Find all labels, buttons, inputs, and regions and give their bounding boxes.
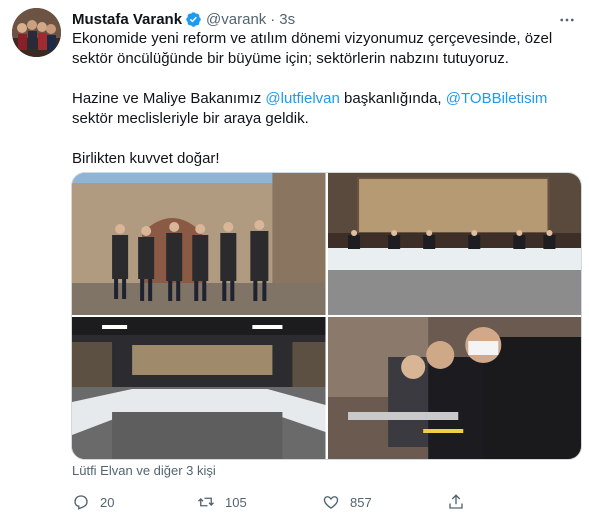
retweet-icon [198, 497, 214, 507]
photo-grid [71, 172, 582, 460]
photo-3[interactable] [72, 317, 326, 459]
photo-4[interactable] [327, 317, 581, 459]
like-count: 857 [350, 494, 372, 510]
tweet-paragraph-2: Hazine ve Maliye Bakanımız @lutfielvan b… [72, 89, 572, 129]
action-bar: 20 105 857 [72, 486, 572, 518]
timestamp[interactable]: 3s [279, 11, 295, 28]
tweet-text-segment: Hazine ve Maliye Bakanımız [72, 90, 266, 107]
tweet-paragraph-3: Birlikten kuvvet doğar! [72, 150, 220, 167]
tweet-text-segment: sektör meclisleriyle bir araya geldik. [72, 110, 309, 127]
share-icon [449, 494, 463, 509]
retweet-count: 105 [225, 494, 247, 510]
share-button[interactable] [447, 493, 572, 511]
mention-lutfielvan[interactable]: @lutfielvan [265, 90, 339, 107]
separator-dot: · [270, 10, 276, 28]
like-icon [323, 496, 339, 509]
tagged-people[interactable]: Lütfi Elvan ve diğer 3 kişi [72, 463, 216, 478]
retweet-button[interactable]: 105 [197, 493, 322, 511]
tweet-text-segment: başkanlığında, [339, 90, 446, 107]
reply-button[interactable]: 20 [72, 493, 197, 511]
reply-count: 20 [100, 494, 115, 510]
author-name[interactable]: Mustafa Varank [72, 11, 182, 28]
photo-1[interactable] [72, 173, 326, 315]
tweet-header: Mustafa Varank @varank · 3s [72, 9, 295, 29]
verified-badge-icon [185, 11, 202, 28]
avatar[interactable] [12, 8, 61, 57]
tweet-text: Ekonomide yeni reform ve atılım dönemi v… [72, 29, 572, 189]
photo-2[interactable] [327, 173, 581, 315]
tagged-people-label: Lütfi Elvan ve diğer 3 kişi [72, 463, 216, 478]
reply-icon [74, 495, 88, 510]
mention-tobbiletisim[interactable]: @TOBBiletisim [446, 90, 548, 107]
author-handle[interactable]: @varank [206, 11, 266, 28]
tweet-paragraph-1: Ekonomide yeni reform ve atılım dönemi v… [72, 30, 553, 67]
like-button[interactable]: 857 [322, 493, 447, 511]
